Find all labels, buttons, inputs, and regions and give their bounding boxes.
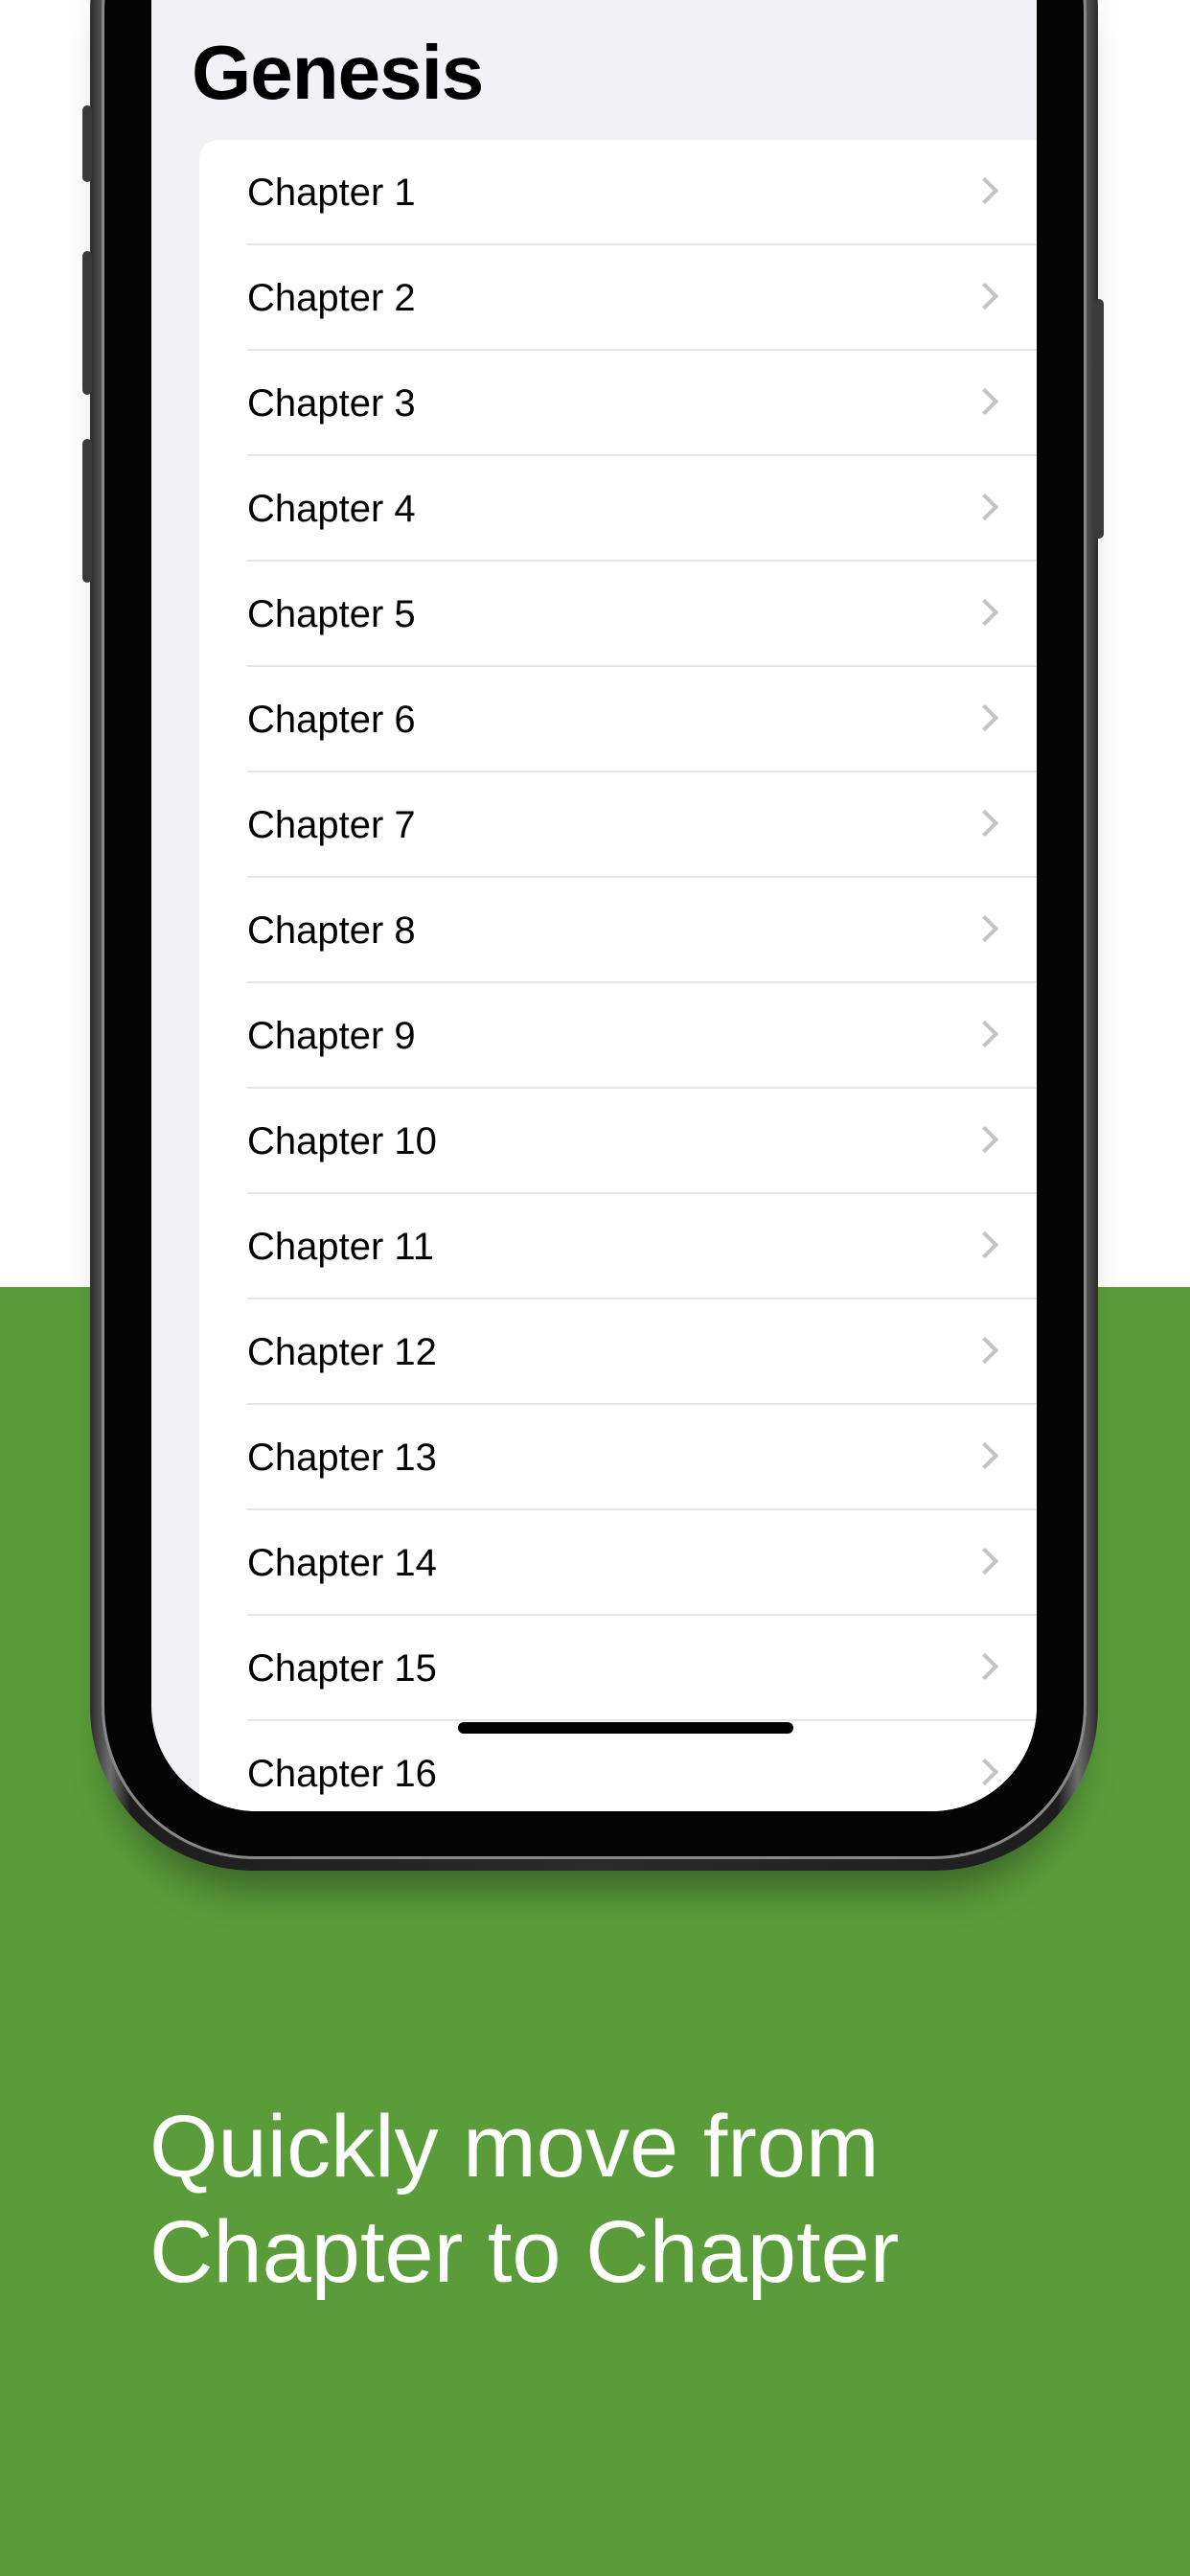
chevron-right-icon xyxy=(971,1547,999,1576)
chevron-right-icon xyxy=(971,387,999,416)
page-title: Genesis xyxy=(192,30,484,115)
chevron-right-icon xyxy=(971,598,999,627)
list-item[interactable]: Chapter 12 xyxy=(199,1300,1037,1405)
list-item[interactable]: Chapter 13 xyxy=(199,1405,1037,1510)
list-item[interactable]: Chapter 8 xyxy=(199,878,1037,983)
chevron-right-icon xyxy=(971,1125,999,1154)
list-item[interactable]: Chapter 11 xyxy=(199,1194,1037,1300)
chapter-label: Chapter 9 xyxy=(247,1014,416,1057)
chevron-right-icon xyxy=(971,176,999,205)
chevron-right-icon xyxy=(971,493,999,521)
phone-side-button-volume-up xyxy=(82,251,92,395)
chevron-right-icon xyxy=(971,1652,999,1681)
list-item[interactable]: Chapter 3 xyxy=(199,351,1037,456)
chapter-label: Chapter 7 xyxy=(247,803,416,846)
chapter-label: Chapter 4 xyxy=(247,487,416,530)
chapter-label: Chapter 14 xyxy=(247,1541,437,1584)
chapter-label: Chapter 6 xyxy=(247,698,416,741)
chevron-right-icon xyxy=(971,1758,999,1786)
list-item[interactable]: Chapter 14 xyxy=(199,1510,1037,1616)
chevron-right-icon xyxy=(971,282,999,310)
list-item[interactable]: Chapter 1 xyxy=(199,140,1037,245)
chapter-label: Chapter 8 xyxy=(247,908,416,952)
phone-screen: Genesis Chapter 1 Chapter 2 Chapter 3 Chapt… xyxy=(151,0,1037,1811)
promo-caption: Quickly move from Chapter to Chapter xyxy=(149,2094,1108,2305)
chapter-list: Chapter 1 Chapter 2 Chapter 3 Chapter 4 Chap… xyxy=(199,140,1037,1811)
chapter-label: Chapter 16 xyxy=(247,1752,437,1795)
chapter-label: Chapter 1 xyxy=(247,171,416,214)
chapter-label: Chapter 3 xyxy=(247,381,416,425)
list-item[interactable]: Chapter 6 xyxy=(199,667,1037,772)
list-item[interactable]: Chapter 5 xyxy=(199,562,1037,667)
phone-side-button-silent xyxy=(82,105,92,182)
chevron-right-icon xyxy=(971,1441,999,1470)
caption-line-1: Quickly move from xyxy=(149,2098,880,2196)
list-item[interactable]: Chapter 15 xyxy=(199,1616,1037,1721)
chevron-right-icon xyxy=(971,1336,999,1365)
list-item[interactable]: Chapter 4 xyxy=(199,456,1037,562)
chevron-right-icon xyxy=(971,914,999,943)
list-item[interactable]: Chapter 7 xyxy=(199,772,1037,878)
list-item[interactable]: Chapter 16 xyxy=(199,1721,1037,1811)
chapter-label: Chapter 15 xyxy=(247,1646,437,1690)
phone-side-button-volume-down xyxy=(82,439,92,583)
list-item[interactable]: Chapter 10 xyxy=(199,1089,1037,1194)
list-item[interactable]: Chapter 9 xyxy=(199,983,1037,1089)
caption-line-2: Chapter to Chapter xyxy=(149,2203,900,2301)
phone-side-button-power xyxy=(1094,299,1104,539)
chevron-right-icon xyxy=(971,703,999,732)
chapter-label: Chapter 10 xyxy=(247,1119,437,1162)
chapter-label: Chapter 11 xyxy=(247,1225,434,1268)
chapter-label: Chapter 5 xyxy=(247,592,416,635)
chevron-right-icon xyxy=(971,1020,999,1048)
list-item[interactable]: Chapter 2 xyxy=(199,245,1037,351)
chevron-right-icon xyxy=(971,809,999,838)
chapter-label: Chapter 12 xyxy=(247,1330,437,1373)
chapter-label: Chapter 2 xyxy=(247,276,416,319)
home-indicator[interactable] xyxy=(458,1722,793,1734)
chevron-right-icon xyxy=(971,1230,999,1259)
chapter-label: Chapter 13 xyxy=(247,1436,437,1479)
